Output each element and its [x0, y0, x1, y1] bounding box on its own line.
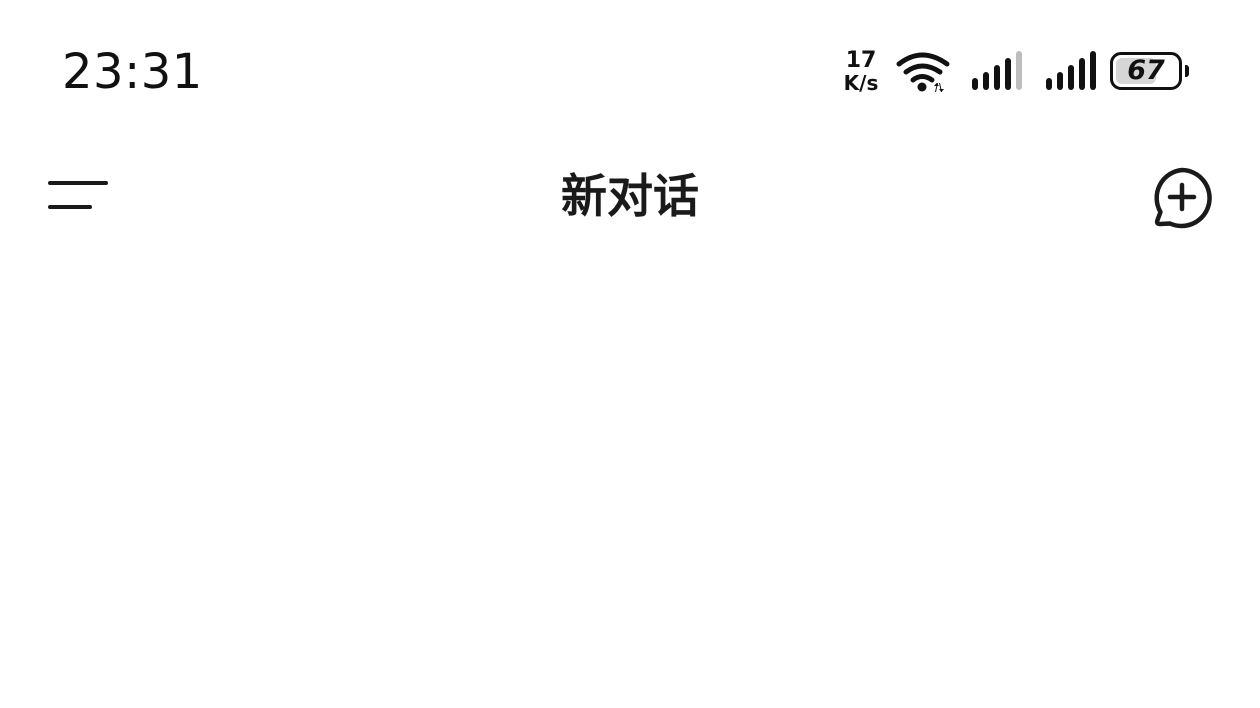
new-chat-button[interactable]	[1146, 162, 1218, 234]
network-speed-value: 17	[845, 48, 877, 73]
battery-level: 67	[1127, 55, 1165, 86]
page-title: 新对话	[561, 169, 699, 223]
wifi-icon	[896, 50, 952, 94]
battery-cap	[1185, 65, 1189, 77]
network-speed: 17 K/s	[838, 50, 884, 96]
app-header: 新对话	[0, 140, 1260, 250]
status-bar: 23:31 17 K/s 67	[0, 0, 1260, 140]
cellular-signal-icon	[970, 50, 1024, 92]
cellular-signal-icon-2	[1044, 50, 1098, 92]
menu-button[interactable]	[38, 164, 118, 228]
network-speed-unit: K/s	[843, 71, 879, 95]
new-chat-plus-icon	[1154, 167, 1212, 229]
chat-content-area	[0, 250, 1260, 708]
status-time: 23:31	[62, 44, 203, 100]
battery-indicator: 67	[1110, 52, 1196, 94]
